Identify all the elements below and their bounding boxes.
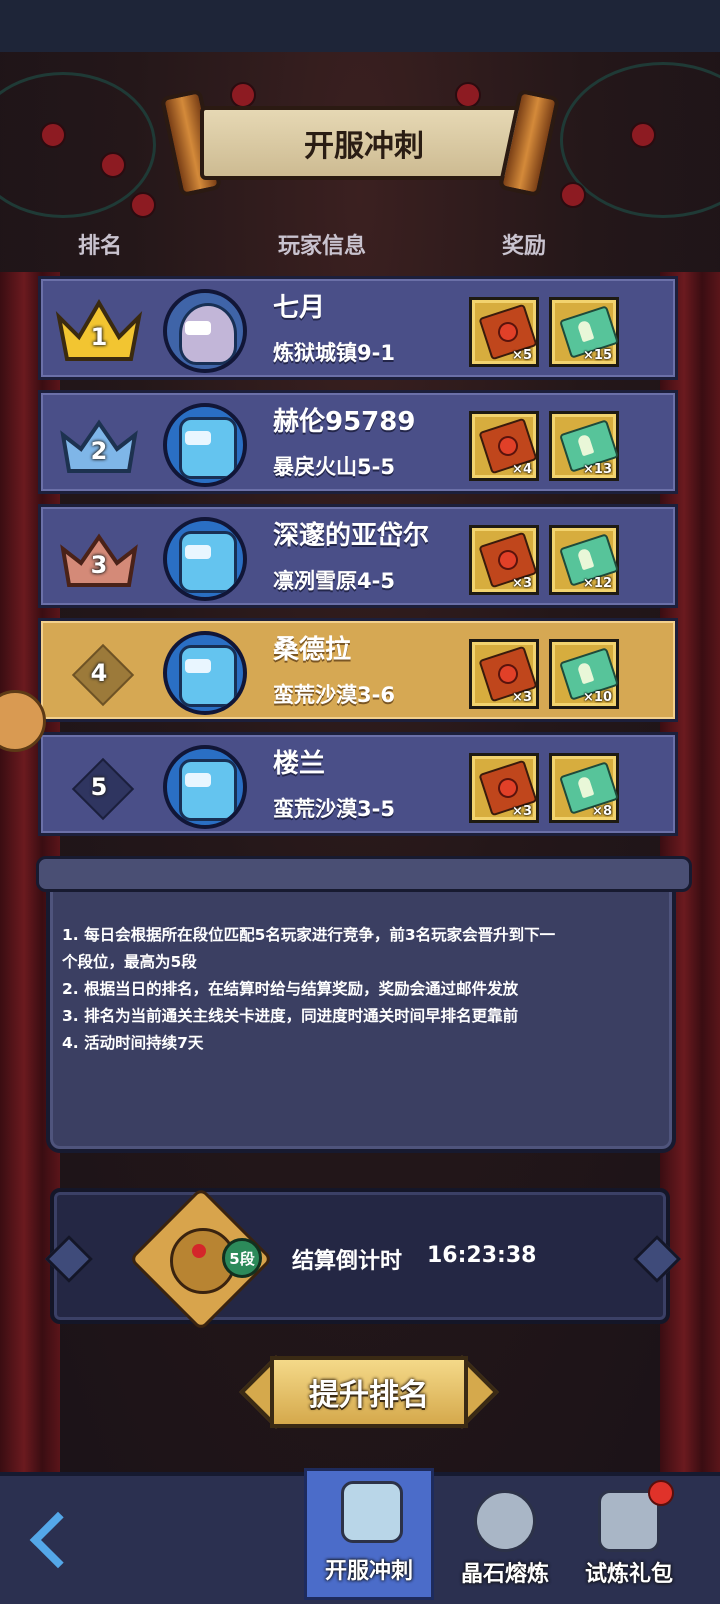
rank-badge: 3 <box>47 517 151 601</box>
avatar-visor <box>185 773 211 787</box>
countdown-label: 结算倒计时 <box>292 1249 403 1274</box>
tab-trial-gift[interactable]: 试炼礼包 <box>564 1480 694 1600</box>
ranking-row-2[interactable]: 2 赫伦95789 暴戾火山5-5 ×4 ×13 <box>38 390 678 494</box>
rule-line: 1. 每日会根据所在段位匹配5名玩家进行竞争，前3名玩家会晋升到下一 <box>62 926 556 944</box>
avatar-visor <box>185 431 211 445</box>
rank-number: 3 <box>90 551 108 579</box>
player-name: 桑德拉 <box>273 635 352 665</box>
player-stage: 暴戾火山5-5 <box>273 455 395 479</box>
avatar-face <box>179 531 237 593</box>
rose-decoration <box>630 122 656 148</box>
reward-ticket[interactable]: ×3 <box>469 639 539 709</box>
avatar-visor <box>185 659 211 673</box>
rose-decoration <box>130 192 156 218</box>
player-avatar[interactable] <box>163 403 247 487</box>
reward-card[interactable]: ×12 <box>549 525 619 595</box>
tab-label: 开服冲刺 <box>324 1559 413 1584</box>
tier-badge: 5段 <box>222 1238 262 1278</box>
countdown-time: 16:23:38 <box>427 1243 537 1268</box>
reward-count: ×15 <box>583 348 612 363</box>
armor-icon <box>341 1481 403 1543</box>
player-stage: 炼狱城镇9-1 <box>273 341 395 365</box>
player-avatar[interactable] <box>163 745 247 829</box>
reward-ticket[interactable]: ×4 <box>469 411 539 481</box>
reward-count: ×13 <box>583 462 612 477</box>
rank-badge: 4 <box>47 631 151 715</box>
rose-decoration <box>40 122 66 148</box>
avatar-bandage <box>185 321 211 335</box>
player-stage: 凛冽雪原4-5 <box>273 569 395 593</box>
player-avatar[interactable] <box>163 631 247 715</box>
rose-decoration <box>100 152 126 178</box>
reward-ticket[interactable]: ×3 <box>469 753 539 823</box>
rule-line: 3. 排名为当前通关主线关卡进度，同进度时通关时间早排名更靠前 <box>62 1007 519 1025</box>
tab-crystal-smelting[interactable]: 晶石熔炼 <box>440 1480 570 1600</box>
rule-line: 4. 活动时间持续7天 <box>62 1034 204 1052</box>
player-name: 七月 <box>273 293 326 323</box>
reward-count: ×3 <box>512 690 532 705</box>
reward-card[interactable]: ×10 <box>549 639 619 709</box>
column-header-reward: 奖励 <box>502 234 547 259</box>
ranking-row-3[interactable]: 3 深邃的亚岱尔 凛冽雪原4-5 ×3 ×12 <box>38 504 678 608</box>
reward-card[interactable]: ×8 <box>549 753 619 823</box>
tab-label: 试炼礼包 <box>584 1562 673 1587</box>
avatar-visor <box>185 545 211 559</box>
rank-number: 2 <box>90 437 108 465</box>
player-stage: 蛮荒沙漠3-6 <box>273 683 395 707</box>
reward-card[interactable]: ×15 <box>549 297 619 367</box>
rose-decoration <box>560 182 586 208</box>
reward-count: ×10 <box>583 690 612 705</box>
rule-line: 个段位，最高为5段 <box>62 953 197 971</box>
ranking-row-1[interactable]: 1 七月 炼狱城镇9-1 ×5 ×15 <box>38 276 678 380</box>
page-title: 开服冲刺 <box>304 129 424 164</box>
rules-text: 1. 每日会根据所在段位匹配5名玩家进行竞争，前3名玩家会晋升到下一 个段位，最… <box>62 922 662 1057</box>
player-stage: 蛮荒沙漠3-5 <box>273 797 395 821</box>
back-arrow-icon <box>29 1511 87 1569</box>
reward-count: ×3 <box>512 576 532 591</box>
reward-ticket[interactable]: ×5 <box>469 297 539 367</box>
player-avatar[interactable] <box>163 517 247 601</box>
column-header-rank: 排名 <box>78 234 123 259</box>
reward-count: ×4 <box>512 462 532 477</box>
rank-number: 1 <box>90 323 108 351</box>
reward-ticket[interactable]: ×3 <box>469 525 539 595</box>
status-bar <box>0 0 720 52</box>
button-label: 提升排名 <box>309 1378 429 1413</box>
tab-server-sprint[interactable]: 开服冲刺 <box>304 1468 434 1600</box>
rules-panel-cap <box>36 856 692 892</box>
player-name: 赫伦95789 <box>273 407 416 437</box>
reward-card[interactable]: ×13 <box>549 411 619 481</box>
reward-count: ×12 <box>583 576 612 591</box>
avatar-face <box>179 417 237 479</box>
player-name: 楼兰 <box>273 749 326 779</box>
column-header-player: 玩家信息 <box>278 234 367 259</box>
improve-rank-button[interactable]: 提升排名 <box>239 1352 499 1434</box>
player-avatar[interactable] <box>163 289 247 373</box>
reward-count: ×3 <box>512 804 532 819</box>
tab-label: 晶石熔炼 <box>460 1562 549 1587</box>
rank-badge: 2 <box>47 403 151 487</box>
back-button[interactable] <box>26 1511 87 1572</box>
ranking-row-4-self[interactable]: 4 桑德拉 蛮荒沙漠3-6 ×3 ×10 <box>38 618 678 722</box>
notification-dot <box>648 1480 674 1506</box>
player-name: 深邃的亚岱尔 <box>273 521 430 551</box>
rule-line: 2. 根据当日的排名，在结算时给与结算奖励，奖励会通过邮件发放 <box>62 980 519 998</box>
rank-badge: 1 <box>47 289 151 373</box>
avatar-face <box>179 759 237 821</box>
reward-count: ×8 <box>592 804 612 819</box>
rank-number: 4 <box>90 659 108 687</box>
rank-number: 5 <box>90 773 108 801</box>
reward-count: ×5 <box>512 348 532 363</box>
ranking-row-5[interactable]: 5 楼兰 蛮荒沙漠3-5 ×3 ×8 <box>38 732 678 836</box>
title-banner: 开服冲刺 <box>159 88 561 198</box>
emblem-eye <box>192 1244 206 1258</box>
crystal-furnace-icon <box>474 1490 536 1552</box>
rank-badge: 5 <box>47 745 151 829</box>
avatar-face <box>179 645 237 707</box>
